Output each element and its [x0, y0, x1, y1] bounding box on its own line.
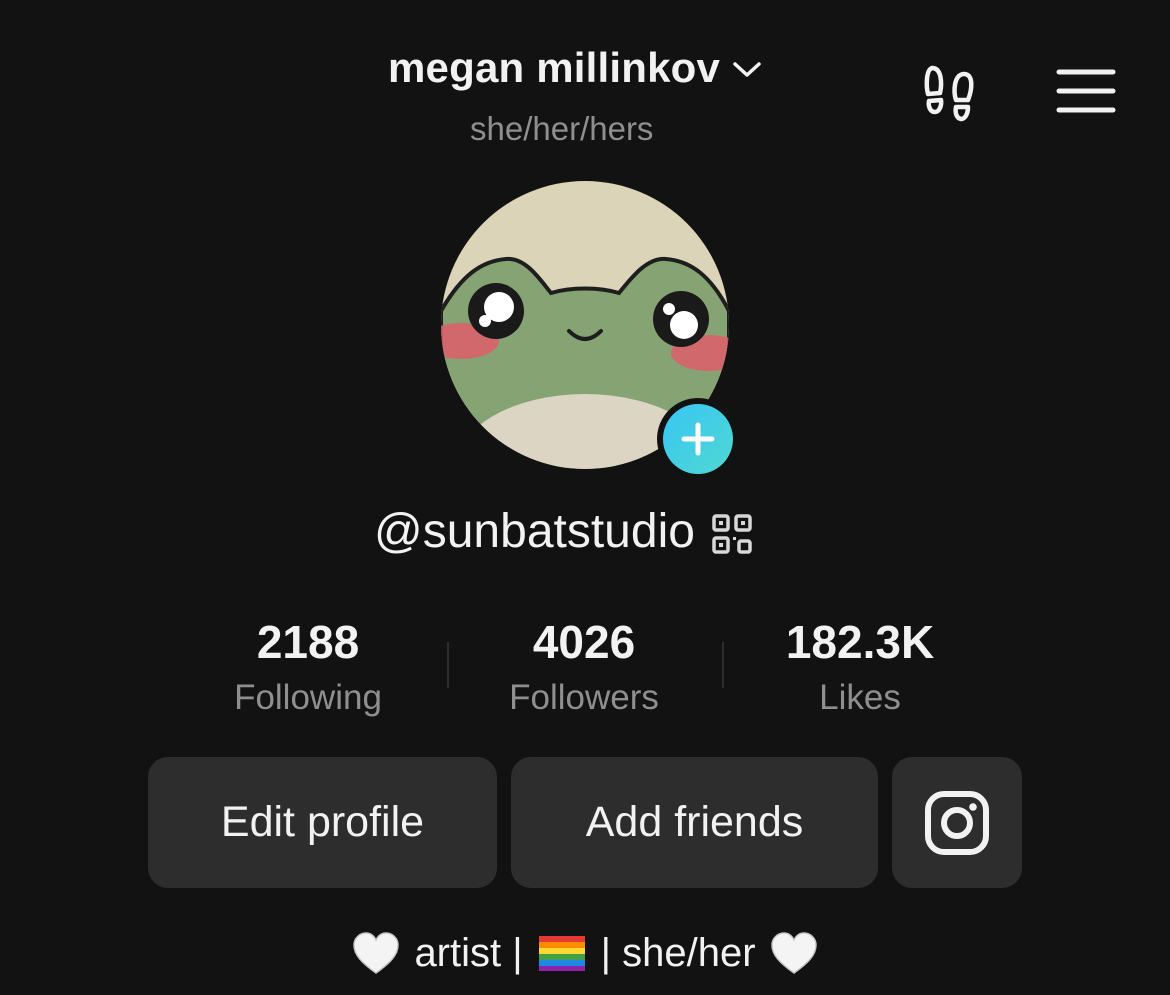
- bio-text-pronouns: | she/her: [600, 931, 756, 975]
- display-name: megan millinkov: [388, 44, 721, 91]
- bio-text-artist: artist |: [414, 931, 523, 975]
- edit-profile-button[interactable]: Edit profile: [148, 757, 497, 888]
- chevron-down-icon: [733, 62, 761, 77]
- rainbow-flag-icon: [538, 936, 585, 971]
- footprints-icon[interactable]: [918, 56, 990, 128]
- profile-bio: artist | | she/her: [0, 925, 1170, 981]
- likes-label: Likes: [819, 678, 901, 717]
- profile-stats: 2188 Following 4026 Followers 182.3K Lik…: [170, 612, 1000, 722]
- username-handle: @sunbatstudio: [374, 505, 695, 558]
- white-heart-icon: [770, 932, 817, 974]
- add-avatar-button[interactable]: [657, 398, 739, 480]
- plus-icon: [681, 422, 715, 456]
- followers-label: Followers: [509, 678, 659, 717]
- account-switcher[interactable]: megan millinkov: [388, 42, 762, 94]
- followers-count: 4026: [532, 616, 636, 668]
- add-friends-label: Add friends: [585, 798, 804, 846]
- following-count: 2188: [256, 616, 360, 668]
- instagram-button[interactable]: [892, 757, 1022, 888]
- instagram-icon: [925, 790, 989, 855]
- stat-followers[interactable]: 4026 Followers: [446, 612, 722, 724]
- white-heart-icon: [353, 932, 400, 974]
- add-friends-button[interactable]: Add friends: [511, 757, 878, 888]
- qr-code-icon[interactable]: [711, 513, 753, 555]
- stat-following[interactable]: 2188 Following: [170, 612, 446, 724]
- pronouns: she/her/hers: [470, 110, 654, 147]
- likes-count: 182.3K: [785, 616, 935, 668]
- handle-row: @sunbatstudio: [374, 502, 753, 562]
- following-label: Following: [234, 678, 382, 717]
- stat-likes[interactable]: 182.3K Likes: [722, 612, 998, 724]
- hamburger-menu-icon[interactable]: [1054, 66, 1118, 116]
- add-avatar-badge: [663, 404, 733, 474]
- edit-profile-label: Edit profile: [220, 798, 425, 846]
